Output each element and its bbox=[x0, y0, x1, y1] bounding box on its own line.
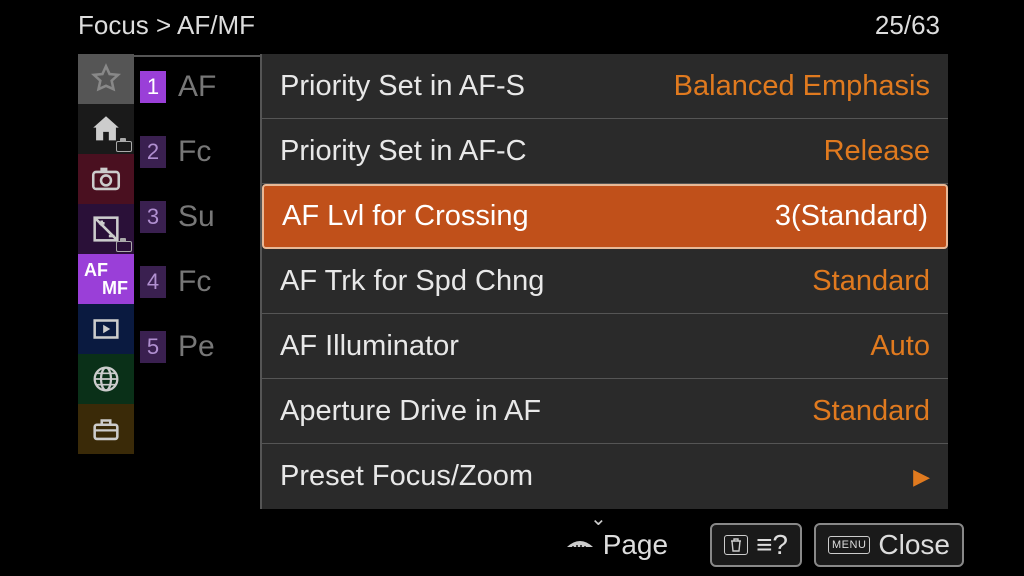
exposure-tab[interactable] bbox=[78, 204, 134, 254]
shooting-tab[interactable] bbox=[78, 154, 134, 204]
dial-icon bbox=[563, 533, 597, 557]
page-counter: 25/63 bbox=[875, 10, 940, 41]
sub-page-number: 3 bbox=[140, 201, 166, 233]
favorites-tab[interactable] bbox=[78, 54, 134, 104]
help-hint-label: ≡? bbox=[756, 529, 788, 561]
sub-page-label: Su bbox=[178, 200, 215, 234]
setting-af-lvl-crossing[interactable]: AF Lvl for Crossing 3(Standard) bbox=[262, 184, 948, 249]
settings-list: Priority Set in AF-S Balanced Emphasis P… bbox=[260, 54, 948, 509]
close-button[interactable]: MENU Close bbox=[814, 523, 964, 567]
setting-preset-focus-zoom[interactable]: Preset Focus/Zoom ▶ bbox=[262, 444, 948, 509]
camera-badge-icon bbox=[116, 141, 132, 152]
close-label: Close bbox=[878, 529, 950, 561]
submenu-arrow-icon: ▶ bbox=[913, 464, 930, 490]
afmf-af-label: AF bbox=[84, 261, 108, 279]
category-icon-strip: AF MF bbox=[78, 54, 134, 454]
setting-value: 3(Standard) bbox=[775, 200, 928, 233]
setting-label: AF Illuminator bbox=[280, 330, 459, 363]
setting-label: AF Trk for Spd Chng bbox=[280, 265, 544, 298]
setting-value: Balanced Emphasis bbox=[674, 70, 930, 103]
help-button[interactable]: ≡? bbox=[710, 523, 802, 567]
setting-af-trk-spd[interactable]: AF Trk for Spd Chng Standard bbox=[262, 249, 948, 314]
breadcrumb-sep: > bbox=[156, 10, 171, 40]
setup-tab[interactable] bbox=[78, 404, 134, 454]
sub-page-label: Fc bbox=[178, 135, 211, 169]
setting-value: Release bbox=[824, 135, 930, 168]
breadcrumb-current: AF/MF bbox=[177, 10, 255, 40]
bottom-bar: Page ≡? MENU Close bbox=[0, 520, 1024, 570]
menu-chip-icon: MENU bbox=[828, 536, 870, 554]
setting-priority-afs[interactable]: Priority Set in AF-S Balanced Emphasis bbox=[262, 54, 948, 119]
sub-page-number: 2 bbox=[140, 136, 166, 168]
setting-value: Auto bbox=[870, 330, 930, 363]
sub-page-label: AF bbox=[178, 70, 216, 104]
sub-page-2[interactable]: 2 Fc bbox=[140, 119, 260, 184]
setting-af-illuminator[interactable]: AF Illuminator Auto bbox=[262, 314, 948, 379]
setting-aperture-drive[interactable]: Aperture Drive in AF Standard bbox=[262, 379, 948, 444]
breadcrumb: Focus > AF/MF bbox=[78, 10, 948, 49]
setting-label: AF Lvl for Crossing bbox=[282, 200, 529, 233]
sub-page-list: 1 AF 2 Fc 3 Su 4 Fc 5 Pe bbox=[140, 54, 260, 379]
setting-label: Aperture Drive in AF bbox=[280, 395, 541, 428]
sub-page-3[interactable]: 3 Su bbox=[140, 184, 260, 249]
sub-page-number: 1 bbox=[140, 71, 166, 103]
sub-page-label: Fc bbox=[178, 265, 211, 299]
sub-page-number: 5 bbox=[140, 331, 166, 363]
network-tab[interactable] bbox=[78, 354, 134, 404]
setting-label: Priority Set in AF-S bbox=[280, 70, 525, 103]
playback-icon bbox=[89, 312, 123, 346]
globe-icon bbox=[89, 362, 123, 396]
page-label: Page bbox=[603, 529, 668, 561]
setting-label: Priority Set in AF-C bbox=[280, 135, 527, 168]
breadcrumb-parent: Focus bbox=[78, 10, 149, 40]
trash-icon bbox=[724, 535, 748, 555]
setting-value: Standard bbox=[812, 265, 930, 298]
camera-icon bbox=[89, 162, 123, 196]
sub-page-4[interactable]: 4 Fc bbox=[140, 249, 260, 314]
camera-badge-icon bbox=[116, 241, 132, 252]
afmf-mf-label: MF bbox=[102, 279, 128, 297]
setting-label: Preset Focus/Zoom bbox=[280, 460, 533, 493]
focus-tab[interactable]: AF MF bbox=[78, 254, 134, 304]
sub-page-number: 4 bbox=[140, 266, 166, 298]
setting-priority-afc[interactable]: Priority Set in AF-C Release bbox=[262, 119, 948, 184]
toolbox-icon bbox=[89, 412, 123, 446]
home-tab[interactable] bbox=[78, 104, 134, 154]
sub-page-5[interactable]: 5 Pe bbox=[140, 314, 260, 379]
setting-value: Standard bbox=[812, 395, 930, 428]
star-icon bbox=[89, 62, 123, 96]
sub-page-label: Pe bbox=[178, 330, 215, 364]
playback-tab[interactable] bbox=[78, 304, 134, 354]
sub-page-1[interactable]: 1 AF bbox=[140, 54, 260, 119]
page-control[interactable]: Page bbox=[563, 529, 668, 561]
